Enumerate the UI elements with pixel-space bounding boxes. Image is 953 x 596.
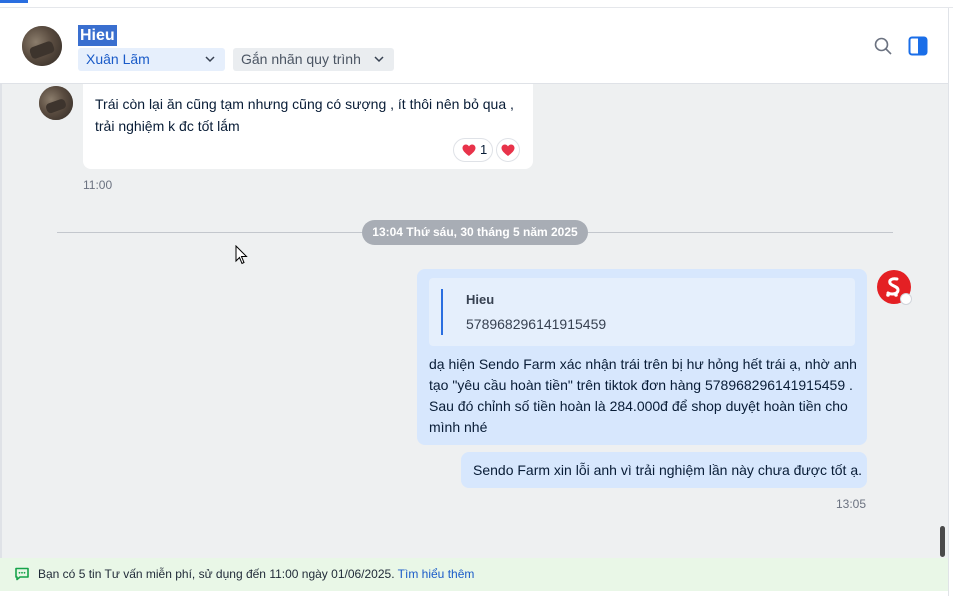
- chevron-down-icon: [374, 56, 384, 63]
- outgoing-message[interactable]: Sendo Farm xin lỗi anh vì trải nghiệm lầ…: [461, 452, 867, 488]
- quoted-message[interactable]: Hieu 578968296141915459: [429, 278, 855, 346]
- incoming-message-text: Trái còn lại ăn cũng tạm nhưng cũng có s…: [95, 96, 514, 134]
- bottom-strip: [0, 591, 948, 596]
- learn-more-link[interactable]: Tìm hiểu thêm: [398, 567, 475, 581]
- scrollbar-track[interactable]: [936, 84, 948, 558]
- mouse-cursor-icon: [235, 245, 248, 265]
- free-consult-banner: Bạn có 5 tin Tư vấn miễn phí, sử dụng đế…: [0, 558, 948, 591]
- add-reaction-button[interactable]: [496, 138, 520, 162]
- contact-name[interactable]: Hieu: [78, 25, 117, 46]
- reaction-count-chip[interactable]: 1: [453, 138, 493, 162]
- owner-dropdown[interactable]: Xuân Lãm: [78, 48, 225, 71]
- left-border: [0, 84, 2, 558]
- active-tab-indicator: [0, 0, 28, 3]
- top-strip: [0, 0, 953, 8]
- scrollbar-thumb[interactable]: [940, 526, 945, 557]
- quote-bar: [441, 289, 443, 335]
- sender-avatar[interactable]: [39, 86, 73, 120]
- status-badge: [900, 293, 912, 305]
- shop-avatar[interactable]: [877, 270, 912, 305]
- quote-author: Hieu: [466, 292, 495, 307]
- quote-text: 578968296141915459: [466, 316, 607, 332]
- outgoing-message-text: Sendo Farm xin lỗi anh vì trải nghiệm lầ…: [473, 462, 863, 478]
- side-panel-icon[interactable]: [908, 36, 928, 56]
- incoming-message-time: 11:00: [83, 178, 113, 192]
- outgoing-message-time: 13:05: [836, 497, 867, 511]
- heart-icon: [462, 144, 476, 156]
- incoming-message[interactable]: Trái còn lại ăn cũng tạm nhưng cũng có s…: [83, 84, 533, 169]
- banner-message: Bạn có 5 tin Tư vấn miễn phí, sử dụng đế…: [38, 567, 395, 581]
- label-dropdown[interactable]: Gắn nhãn quy trình: [233, 48, 394, 71]
- conversation-header: Hieu Xuân Lãm Gắn nhãn quy trình: [0, 8, 948, 84]
- banner-text: Bạn có 5 tin Tư vấn miễn phí, sử dụng đế…: [38, 567, 474, 581]
- reaction-count: 1: [480, 142, 488, 157]
- chevron-down-icon: [205, 56, 215, 63]
- date-divider-line: [588, 232, 893, 233]
- outgoing-message-text: dạ hiện Sendo Farm xác nhận trái trên bị…: [429, 356, 857, 435]
- chat-area[interactable]: Trái còn lại ăn cũng tạm nhưng cũng có s…: [0, 84, 948, 558]
- search-icon[interactable]: [873, 36, 893, 56]
- owner-dropdown-label: Xuân Lãm: [86, 51, 150, 67]
- contact-avatar[interactable]: [22, 26, 62, 66]
- heart-icon: [501, 144, 515, 156]
- message-icon: [15, 567, 29, 581]
- label-dropdown-label: Gắn nhãn quy trình: [241, 51, 361, 67]
- right-border: [948, 8, 953, 596]
- date-separator: 13:04 Thứ sáu, 30 tháng 5 năm 2025: [362, 220, 588, 245]
- outgoing-message[interactable]: Hieu 578968296141915459 dạ hiện Sendo Fa…: [417, 269, 867, 445]
- date-divider-line: [57, 232, 362, 233]
